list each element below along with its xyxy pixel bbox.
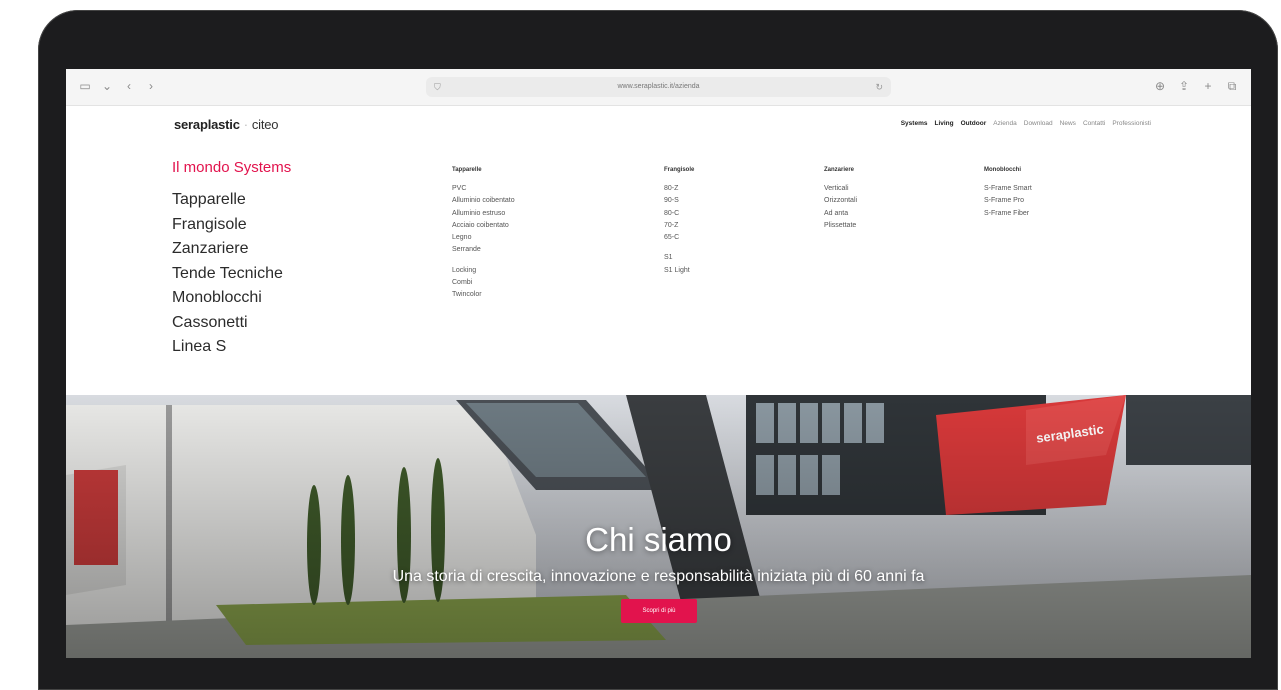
submenu-item[interactable]: Orizzontali [824,195,857,207]
column-list: PVC Alluminio coibentato Alluminio estruso… [452,183,515,302]
mega-menu-title: Il mondo Systems [172,159,292,176]
logo[interactable]: seraplastic · citeo [174,117,279,132]
main-category-list: Tapparelle Frangisole Zanzariere Tende Tecn… [172,188,283,360]
column-heading: Monoblocchi [984,167,1021,173]
top-navigation: Systems Living Outdoor Azienda Download News C… [901,120,1151,127]
chevron-down-icon[interactable]: ⌄ [100,79,114,93]
submenu-item[interactable]: Acciaio coibentato [452,220,515,232]
forward-icon[interactable]: › [144,79,158,93]
submenu-item[interactable]: Plissettate [824,220,857,232]
nav-item-systems[interactable]: Systems [901,120,928,127]
submenu-item[interactable]: Ad anta [824,208,857,220]
logo-separator: · [243,117,248,132]
column-list: 80-Z 90-S 80-C 70-Z 65-C S1 S1 Light [664,183,694,277]
column-list: S-Frame Smart S-Frame Pro S-Frame Fiber [984,183,1032,220]
submenu-item[interactable]: Serrande [452,244,515,256]
submenu-item[interactable]: PVC [452,183,515,195]
nav-item-outdoor[interactable]: Outdoor [961,120,987,127]
submenu-item[interactable]: 65-C [664,232,694,244]
submenu-item[interactable]: Locking [452,265,515,277]
column-monoblocchi: Monoblocchi S-Frame Smart S-Frame Pro S-Fr… [984,167,1032,220]
share-icon[interactable]: ⇪ [1177,79,1191,93]
site-header: seraplastic · citeo Systems Living Outdoor Az… [66,105,1251,137]
address-bar[interactable]: ⛉ www.seraplastic.it/azienda ↻ [426,77,891,97]
submenu-item[interactable]: 70-Z [664,220,694,232]
submenu-item[interactable]: S-Frame Fiber [984,208,1032,220]
tabs-overview-icon[interactable]: ⧉ [1225,79,1239,93]
sidebar-icon[interactable]: ▭ [78,79,92,93]
submenu-item[interactable]: S1 [664,252,694,264]
browser-toolbar: ▭ ⌄ ‹ › ⛉ www.seraplastic.it/azienda ↻ ⊕… [66,69,1251,106]
discover-more-button[interactable]: Scopri di più [621,599,697,623]
nav-item-professionisti[interactable]: Professionisti [1112,120,1151,127]
new-tab-icon[interactable]: + [1201,79,1215,93]
submenu-item[interactable]: Legno [452,232,515,244]
download-icon[interactable]: ⊕ [1153,79,1167,93]
column-tapparelle: Tapparelle PVC Alluminio coibentato Allumi… [452,167,515,302]
submenu-item[interactable]: 80-C [664,208,694,220]
submenu-item[interactable]: 80-Z [664,183,694,195]
nav-item-download[interactable]: Download [1024,120,1053,127]
reload-icon[interactable]: ↻ [875,77,883,97]
main-category-item[interactable]: Monoblocchi [172,286,283,311]
nav-item-news[interactable]: News [1060,120,1076,127]
submenu-item[interactable]: Combi [452,277,515,289]
submenu-item[interactable]: S-Frame Smart [984,183,1032,195]
browser-screen: ▭ ⌄ ‹ › ⛉ www.seraplastic.it/azienda ↻ ⊕… [66,69,1251,658]
main-category-item[interactable]: Frangisole [172,213,283,238]
submenu-item[interactable]: S1 Light [664,265,694,277]
hero-title: Chi siamo [585,521,732,558]
nav-item-azienda[interactable]: Azienda [993,120,1017,127]
main-category-item[interactable]: Zanzariere [172,237,283,262]
back-icon[interactable]: ‹ [122,79,136,93]
submenu-item[interactable]: 90-S [664,195,694,207]
main-category-item[interactable]: Cassonetti [172,311,283,336]
column-list: Verticali Orizzontali Ad anta Plissettate [824,183,857,232]
main-category-item[interactable]: Linea S [172,335,283,360]
nav-item-contatti[interactable]: Contatti [1083,120,1105,127]
column-heading: Zanzariere [824,167,855,173]
submenu-item[interactable]: Verticali [824,183,857,195]
submenu-item[interactable]: Twincolor [452,289,515,301]
column-heading: Tapparelle [452,167,482,173]
column-zanzariere: Zanzariere Verticali Orizzontali Ad anta Pl… [824,167,857,232]
column-heading: Frangisole [664,167,695,173]
submenu-item[interactable]: Alluminio coibentato [452,195,515,207]
url-text: www.seraplastic.it/azienda [617,83,700,90]
logo-citeo: citeo [251,117,279,132]
hero-subtitle: Una storia di crescita, innovazione e re… [392,568,925,585]
logo-seraplastic: seraplastic [174,117,240,132]
main-category-item[interactable]: Tapparelle [172,188,283,213]
nav-item-living[interactable]: Living [934,120,953,127]
column-frangisole: Frangisole 80-Z 90-S 80-C 70-Z 65-C S1 S1 Ligh… [664,167,694,277]
hero-banner: seraplastic Chi siamo Una storia di cres… [66,395,1251,658]
submenu-item[interactable]: Alluminio estruso [452,208,515,220]
submenu-item[interactable]: S-Frame Pro [984,195,1032,207]
shield-icon: ⛉ [434,82,441,92]
mega-menu: Il mondo Systems Tapparelle Frangisole Zan… [66,137,1251,395]
main-category-item[interactable]: Tende Tecniche [172,262,283,287]
